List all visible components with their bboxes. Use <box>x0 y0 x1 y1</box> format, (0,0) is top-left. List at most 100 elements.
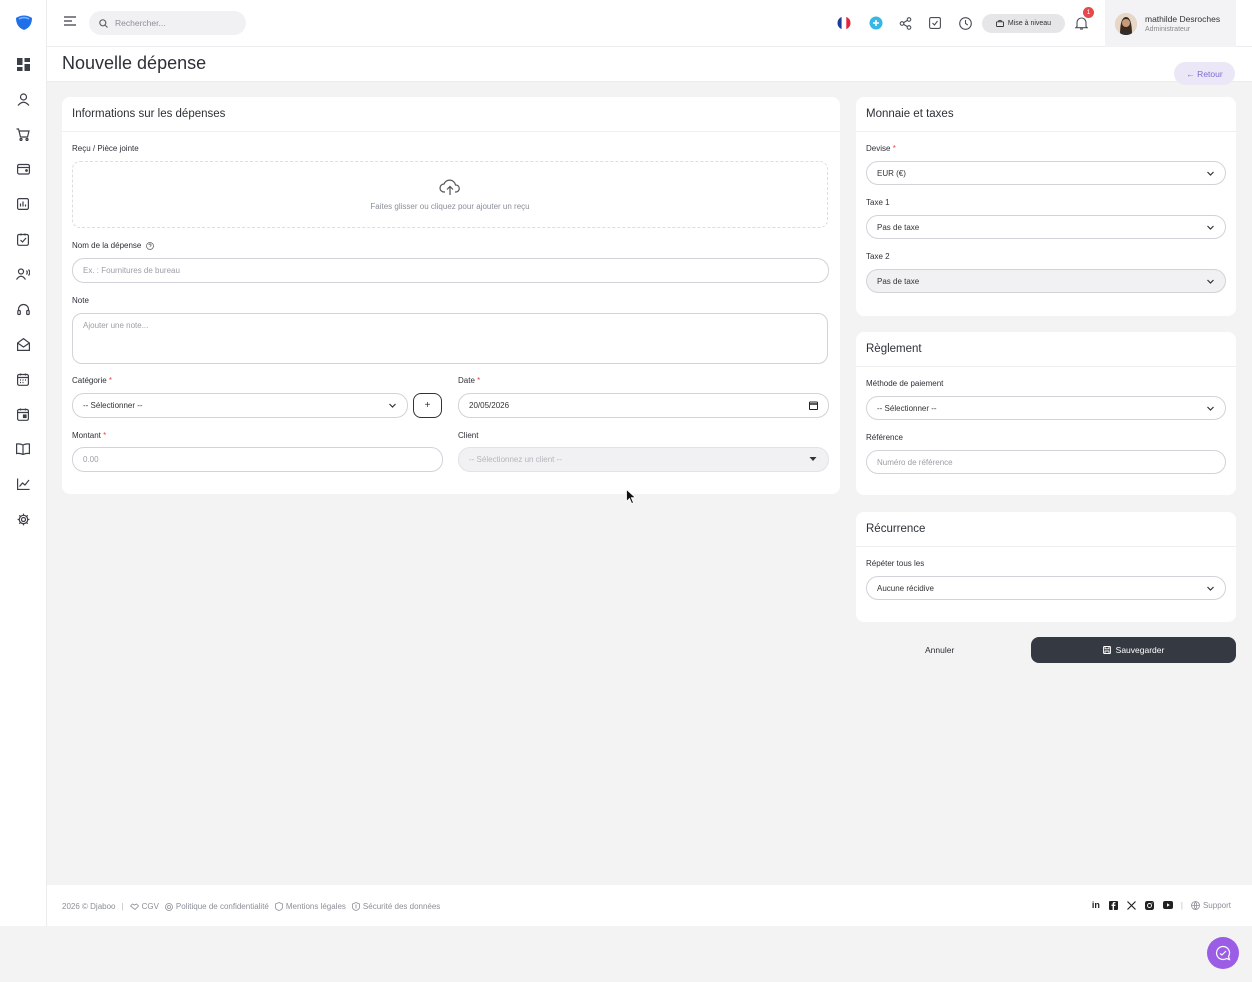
tax1-label: Taxe 1 <box>866 198 890 207</box>
privacy-link[interactable]: Politique de confidentialité <box>165 902 269 911</box>
shield-icon <box>274 902 283 911</box>
avatar <box>1115 12 1137 35</box>
divider <box>856 131 1236 132</box>
calendar-picker-icon[interactable] <box>809 401 818 410</box>
client-label: Client <box>458 431 479 440</box>
divider <box>856 546 1236 547</box>
clock-icon[interactable] <box>956 14 974 32</box>
back-button[interactable]: ← Retour <box>1174 62 1235 85</box>
footer: 2026 © Djaboo | CGV Politique de confide… <box>47 885 1252 926</box>
expense-info-card: Informations sur les dépenses Reçu / Piè… <box>62 97 840 494</box>
help-icon[interactable] <box>146 241 155 250</box>
chevron-down-icon <box>388 401 397 410</box>
reference-label: Référence <box>866 433 903 442</box>
menu-toggle-icon[interactable] <box>63 15 79 31</box>
caret-down-icon <box>809 456 818 465</box>
search-input[interactable]: Rechercher... <box>115 18 166 28</box>
add-category-button[interactable]: + <box>413 393 442 418</box>
separator: | <box>121 902 124 911</box>
add-circle-icon[interactable] <box>867 14 885 32</box>
legal-link[interactable]: Mentions légales <box>274 902 346 911</box>
settings-icon[interactable] <box>14 510 32 528</box>
app-logo[interactable] <box>14 12 34 32</box>
date-input[interactable]: 20/05/2026 <box>458 393 829 418</box>
headset-icon[interactable] <box>14 300 32 318</box>
tax1-select[interactable]: Pas de taxe <box>866 215 1226 239</box>
tax2-label: Taxe 2 <box>866 252 890 261</box>
calendar-icon[interactable] <box>14 370 32 388</box>
sidebar <box>0 0 47 926</box>
french-flag-icon[interactable] <box>835 14 853 32</box>
category-select[interactable]: -- Sélectionner -- <box>72 393 408 418</box>
card-title: Monnaie et taxes <box>866 108 954 120</box>
payment-method-select[interactable]: -- Sélectionner -- <box>866 396 1226 420</box>
cgv-link[interactable]: CGV <box>129 902 159 911</box>
repeat-select[interactable]: Aucune récidive <box>866 576 1226 600</box>
client-select[interactable]: -- Sélectionnez un client -- <box>458 447 829 472</box>
card-title: Informations sur les dépenses <box>72 108 226 120</box>
search-box[interactable]: Rechercher... <box>89 11 246 35</box>
chevron-down-icon <box>1206 277 1215 286</box>
globe-icon <box>1191 900 1200 910</box>
upgrade-button[interactable]: Mise à niveau <box>982 14 1065 33</box>
divider <box>62 131 840 132</box>
footer-links: 2026 © Djaboo | CGV Politique de confide… <box>62 902 440 911</box>
notification-badge: 1 <box>1083 7 1094 18</box>
task-icon[interactable] <box>14 230 32 248</box>
amount-label: Montant * <box>72 431 107 440</box>
cancel-button[interactable]: Annuler <box>925 645 954 655</box>
chat-icon <box>1215 945 1231 961</box>
user-menu[interactable]: mathilde Desroches Administrateur <box>1105 0 1236 47</box>
card-title: Règlement <box>866 343 922 355</box>
facebook-icon[interactable] <box>1109 900 1119 910</box>
report-icon[interactable] <box>14 195 32 213</box>
expense-name-input[interactable]: Ex. : Fournitures de bureau <box>72 258 829 283</box>
topbar: Rechercher... Mise à niveau 1 mathilde D… <box>47 0 1252 47</box>
chevron-down-icon <box>1206 169 1215 178</box>
page-title: Nouvelle dépense <box>62 53 207 73</box>
card-title: Récurrence <box>866 523 926 535</box>
currency-select[interactable]: EUR (€) <box>866 161 1226 185</box>
youtube-icon[interactable] <box>1162 900 1173 910</box>
reference-input[interactable]: Numéro de référence <box>866 450 1226 474</box>
page-header: Nouvelle dépense ← Retour <box>47 47 1252 85</box>
support-link[interactable]: Support <box>1191 901 1231 910</box>
handshake-icon <box>129 903 139 911</box>
share-icon[interactable] <box>896 14 914 32</box>
chat-button[interactable] <box>1207 937 1239 969</box>
repeat-label: Répéter tous les <box>866 559 925 568</box>
checklist-icon[interactable] <box>926 14 944 32</box>
security-link[interactable]: Sécurité des données <box>352 902 440 911</box>
event-icon[interactable] <box>14 405 32 423</box>
divider <box>856 366 1236 367</box>
mail-icon[interactable] <box>14 335 32 353</box>
copyright: 2026 © Djaboo <box>62 902 116 911</box>
x-twitter-icon[interactable] <box>1127 900 1137 910</box>
cart-icon[interactable] <box>14 125 32 143</box>
category-label: Catégorie * <box>72 376 113 385</box>
separator: | <box>1180 900 1183 910</box>
analytics-icon[interactable] <box>14 475 32 493</box>
chevron-down-icon <box>1206 223 1215 232</box>
privacy-icon <box>165 902 173 911</box>
amount-input[interactable]: 0.00 <box>72 447 443 472</box>
book-icon[interactable] <box>14 440 32 458</box>
contacts-icon[interactable] <box>14 265 32 283</box>
wallet-icon[interactable] <box>14 160 32 178</box>
dashboard-icon[interactable] <box>14 55 32 73</box>
linkedin-icon[interactable]: in <box>1091 900 1101 910</box>
payment-card: Règlement Méthode de paiement -- Sélecti… <box>856 332 1236 495</box>
note-textarea[interactable]: Ajouter une note... <box>72 313 828 364</box>
save-button[interactable]: Sauvegarder <box>1031 637 1236 663</box>
instagram-icon[interactable] <box>1145 900 1155 910</box>
note-label: Note <box>72 296 89 305</box>
tax2-select[interactable]: Pas de taxe <box>866 269 1226 293</box>
expense-name-label: Nom de la dépense <box>72 241 155 250</box>
date-label: Date * <box>458 376 481 385</box>
currency-taxes-card: Monnaie et taxes Devise * EUR (€) Taxe 1… <box>856 97 1236 316</box>
payment-method-label: Méthode de paiement <box>866 379 944 388</box>
footer-social: in | Support <box>1091 900 1231 910</box>
user-icon[interactable] <box>14 90 32 108</box>
receipt-dropzone[interactable]: Faites glisser ou cliquez pour ajouter u… <box>72 161 828 228</box>
cloud-upload-icon <box>439 178 461 196</box>
